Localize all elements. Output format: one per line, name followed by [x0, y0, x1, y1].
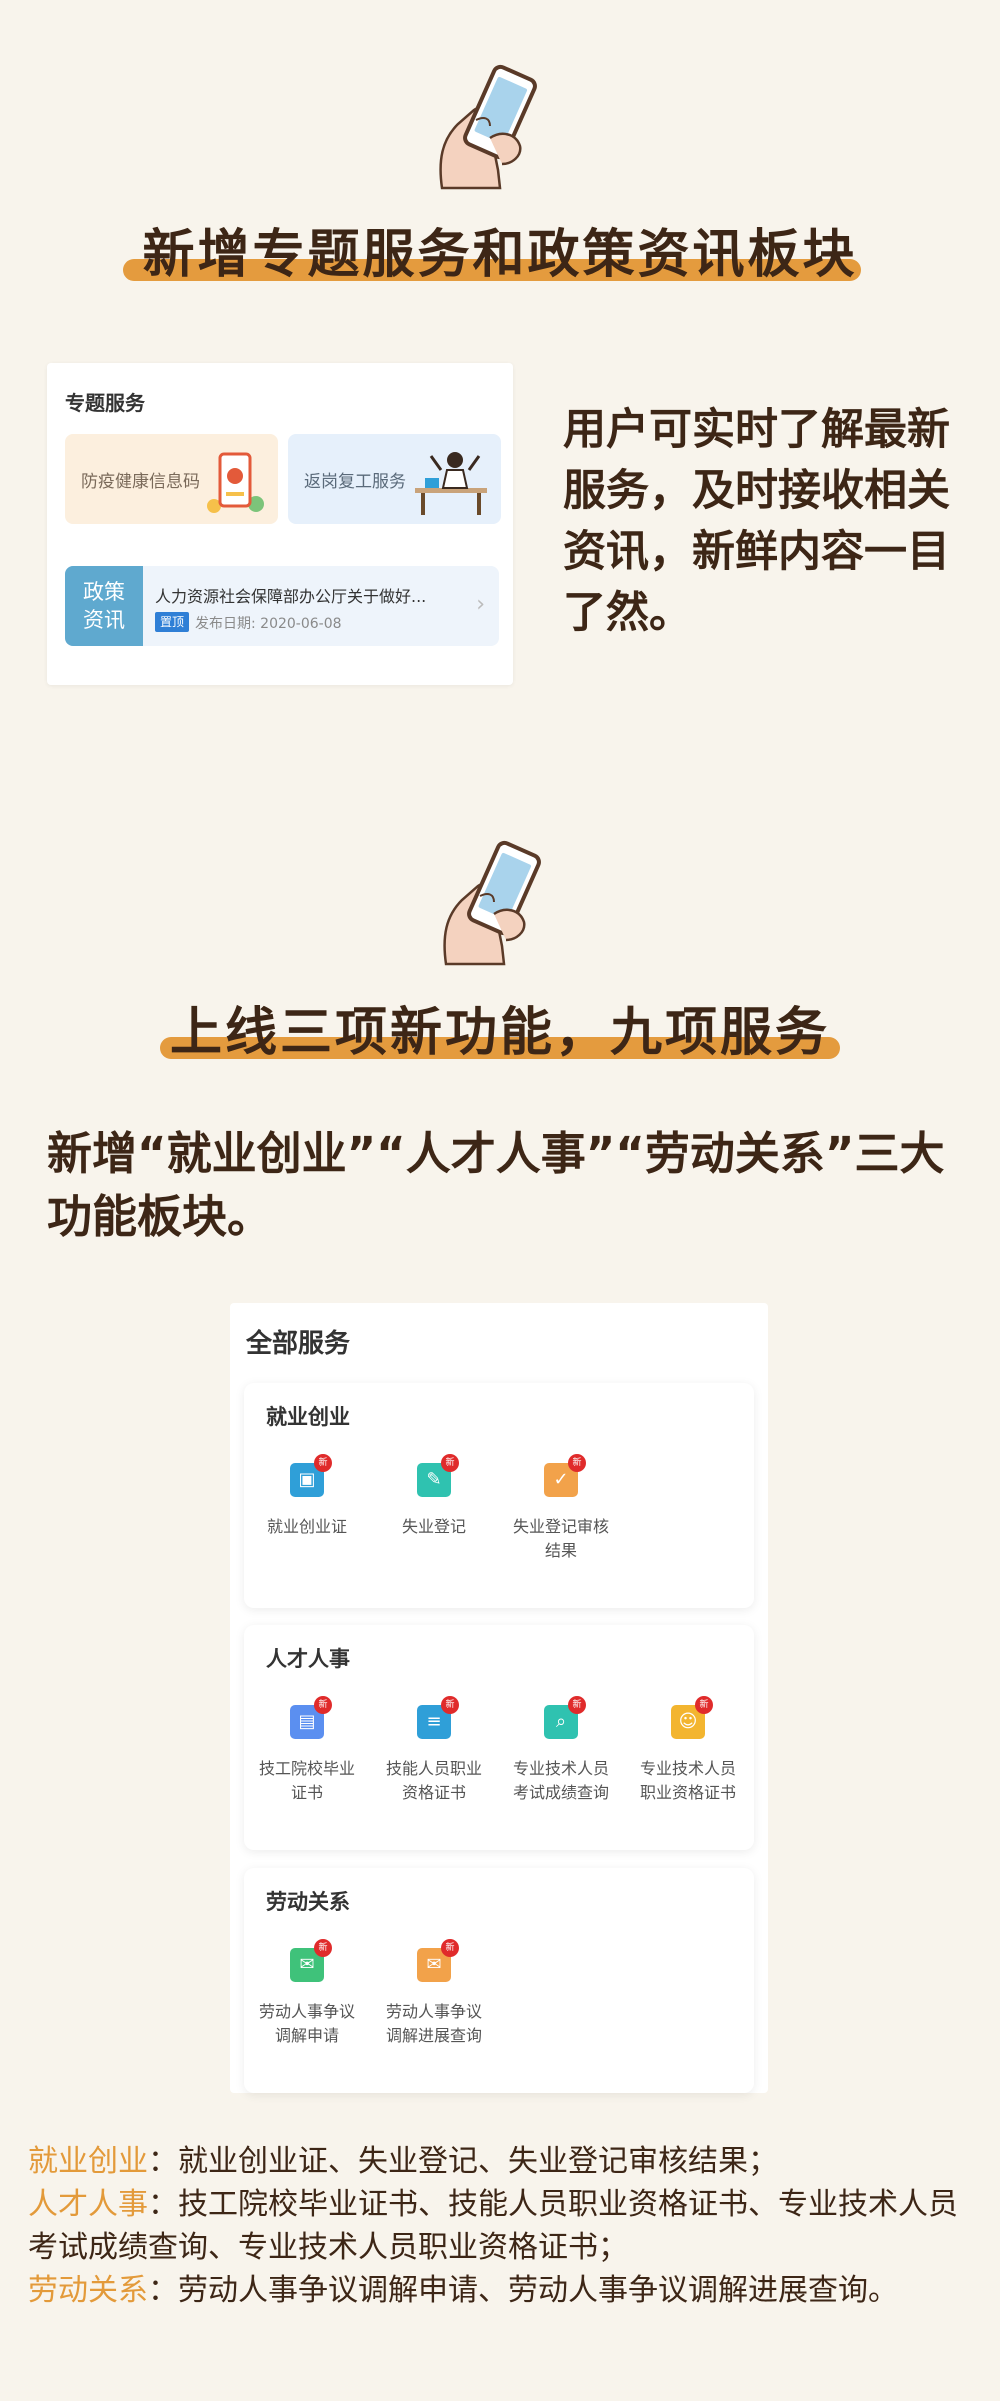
summary-text: ：技工院校毕业证书、技能人员职业资格证书、专业技术人员考试成绩查询、专业技术人员… — [28, 2187, 958, 2265]
new-badge: 新 — [568, 1696, 586, 1714]
service-dispute-mediation-progress[interactable]: ✉ 新 劳动人事争议 调解进展查询 — [371, 1939, 497, 2048]
summary-line: 人才人事：技工院校毕业证书、技能人员职业资格证书、专业技术人员考试成绩查询、专业… — [28, 2183, 978, 2269]
summary-text: ：劳动人事争议调解申请、劳动人事争议调解进展查询。 — [148, 2273, 898, 2308]
section-description: 用户可实时了解最新服务，及时接收相关资讯，新鲜内容一目了然。 — [563, 405, 950, 638]
service-professional-qualification[interactable]: ☺ 新 专业技术人员 职业资格证书 — [625, 1696, 751, 1805]
service-dispute-mediation-application[interactable]: ✉ 新 劳动人事争议 调解申请 — [244, 1939, 370, 2048]
new-badge: 新 — [568, 1454, 586, 1472]
service-label: 技工院校毕业 证书 — [244, 1757, 370, 1805]
id-card-icon: ▣ 新 — [290, 1454, 332, 1497]
office-worker-icon — [415, 452, 487, 515]
document-icon: ≡ 新 — [417, 1696, 459, 1739]
label-line: 就业创业证 — [266, 1517, 347, 1536]
label-line: 技工院校毕业 — [258, 1759, 355, 1778]
new-badge: 新 — [441, 1454, 459, 1472]
certificate-icon: ▤ 新 — [290, 1696, 332, 1739]
summary-category: 劳动关系 — [28, 2273, 148, 2308]
label-line: 调解申请 — [274, 2026, 339, 2045]
policy-news-tag: 政策 资讯 — [65, 566, 143, 646]
review-icon: ✓ 新 — [544, 1454, 586, 1497]
service-label: 技能人员职业 资格证书 — [371, 1757, 497, 1805]
service-label: 专业技术人员 职业资格证书 — [625, 1757, 751, 1805]
label-line: 失业登记 — [401, 1517, 466, 1536]
summary-text: ：就业创业证、失业登记、失业登记审核结果； — [148, 2144, 778, 2179]
summary-line: 劳动关系：劳动人事争议调解申请、劳动人事争议调解进展查询。 — [28, 2269, 978, 2312]
hand-phone-illustration — [443, 840, 541, 966]
pinned-badge: 置顶 — [155, 612, 190, 632]
label-line: 专业技术人员 — [639, 1759, 736, 1778]
news-headline: 人力资源社会保障部办公厅关于做好... — [155, 587, 427, 606]
label-line: 考试成绩查询 — [512, 1783, 609, 1802]
label-line: 失业登记审核 — [512, 1517, 609, 1536]
health-code-tile[interactable]: 防疫健康信息码 — [65, 434, 278, 524]
qualification-icon: ☺ 新 — [671, 1696, 713, 1739]
summary-category: 人才人事 — [28, 2187, 148, 2222]
new-badge: 新 — [695, 1696, 713, 1714]
mediation-progress-icon: ✉ 新 — [417, 1939, 459, 1982]
service-professional-exam-score[interactable]: ⌕ 新 专业技术人员 考试成绩查询 — [498, 1696, 624, 1805]
service-unemployment-registration[interactable]: ✎ 新 失业登记 — [371, 1454, 497, 1539]
service-employment-certificate[interactable]: ▣ 新 就业创业证 — [244, 1454, 370, 1539]
card-title: 专题服务 — [65, 391, 145, 415]
service-label: 劳动人事争议 调解申请 — [244, 2000, 370, 2048]
service-label: 专业技术人员 考试成绩查询 — [498, 1757, 624, 1805]
group-title: 人才人事 — [266, 1647, 350, 1671]
news-date: 发布日期: 2020-06-08 — [195, 616, 342, 632]
label-line: 结果 — [544, 1541, 577, 1560]
label-line: 证书 — [290, 1783, 323, 1802]
section-title: 上线三项新功能，九项服务 — [169, 1003, 830, 1063]
label-line: 调解进展查询 — [385, 2026, 482, 2045]
summary-line: 就业创业：就业创业证、失业登记、失业登记审核结果； — [28, 2140, 978, 2183]
service-unemployment-review-result[interactable]: ✓ 新 失业登记审核 结果 — [498, 1454, 624, 1563]
new-badge: 新 — [441, 1696, 459, 1714]
section-title: 新增专题服务和政策资讯板块 — [142, 225, 858, 285]
label-line: 资格证书 — [401, 1783, 466, 1802]
tag-line: 资讯 — [83, 608, 125, 632]
service-label: 就业创业证 — [244, 1515, 370, 1539]
all-services-card: 全部服务 就业创业 ▣ 新 就业创业证 ✎ 新 失业登记 ✓ 新 失业登记审核 结果 人… — [230, 1303, 768, 2093]
label-line: 职业资格证书 — [639, 1783, 736, 1802]
service-group-talent-personnel: 人才人事 ▤ 新 技工院校毕业 证书 ≡ 新 技能人员职业 资格证书 ⌕ 新 专业技术人员… — [244, 1625, 754, 1850]
tile-label: 防疫健康信息码 — [81, 472, 200, 492]
chevron-right-icon: › — [476, 592, 485, 617]
tag-line: 政策 — [83, 580, 125, 604]
return-to-work-tile[interactable]: 返岗复工服务 — [288, 434, 501, 524]
hand-phone-illustration — [439, 64, 537, 190]
register-icon: ✎ 新 — [417, 1454, 459, 1497]
label-line: 专业技术人员 — [512, 1759, 609, 1778]
services-summary: 就业创业：就业创业证、失业登记、失业登记审核结果； 人才人事：技工院校毕业证书、… — [28, 2140, 978, 2312]
service-label: 劳动人事争议 调解进展查询 — [371, 2000, 497, 2048]
service-label: 失业登记 — [371, 1515, 497, 1539]
special-services-card: 专题服务 防疫健康信息码 返岗复工服务 政策 资讯 人力资源社会保障部办公厅关于… — [47, 363, 513, 685]
service-label: 失业登记审核 结果 — [498, 1515, 624, 1563]
new-badge: 新 — [441, 1939, 459, 1957]
tile-label: 返岗复工服务 — [304, 472, 406, 492]
service-group-labor-relations: 劳动关系 ✉ 新 劳动人事争议 调解申请 ✉ 新 劳动人事争议 调解进展查询 — [244, 1868, 754, 2093]
service-technical-school-certificate[interactable]: ▤ 新 技工院校毕业 证书 — [244, 1696, 370, 1805]
service-group-employment: 就业创业 ▣ 新 就业创业证 ✎ 新 失业登记 ✓ 新 失业登记审核 结果 — [244, 1383, 754, 1608]
score-query-icon: ⌕ 新 — [544, 1696, 586, 1739]
label-line: 劳动人事争议 — [385, 2002, 482, 2021]
new-badge: 新 — [314, 1454, 332, 1472]
section-intro: 新增“就业创业”“人才人事”“劳动关系”三大功能板块。 — [47, 1127, 945, 1243]
group-title: 就业创业 — [266, 1405, 350, 1429]
group-title: 劳动关系 — [266, 1890, 350, 1914]
label-line: 技能人员职业 — [385, 1759, 482, 1778]
new-badge: 新 — [314, 1939, 332, 1957]
label-line: 劳动人事争议 — [258, 2002, 355, 2021]
policy-news-item[interactable]: 政策 资讯 人力资源社会保障部办公厅关于做好... 置顶 发布日期: 2020-… — [65, 566, 499, 646]
summary-category: 就业创业 — [28, 2144, 148, 2179]
card-title: 全部服务 — [246, 1329, 351, 1359]
mediation-apply-icon: ✉ 新 — [290, 1939, 332, 1982]
new-badge: 新 — [314, 1696, 332, 1714]
phone-health-icon — [207, 452, 264, 513]
service-skilled-worker-qualification[interactable]: ≡ 新 技能人员职业 资格证书 — [371, 1696, 497, 1805]
